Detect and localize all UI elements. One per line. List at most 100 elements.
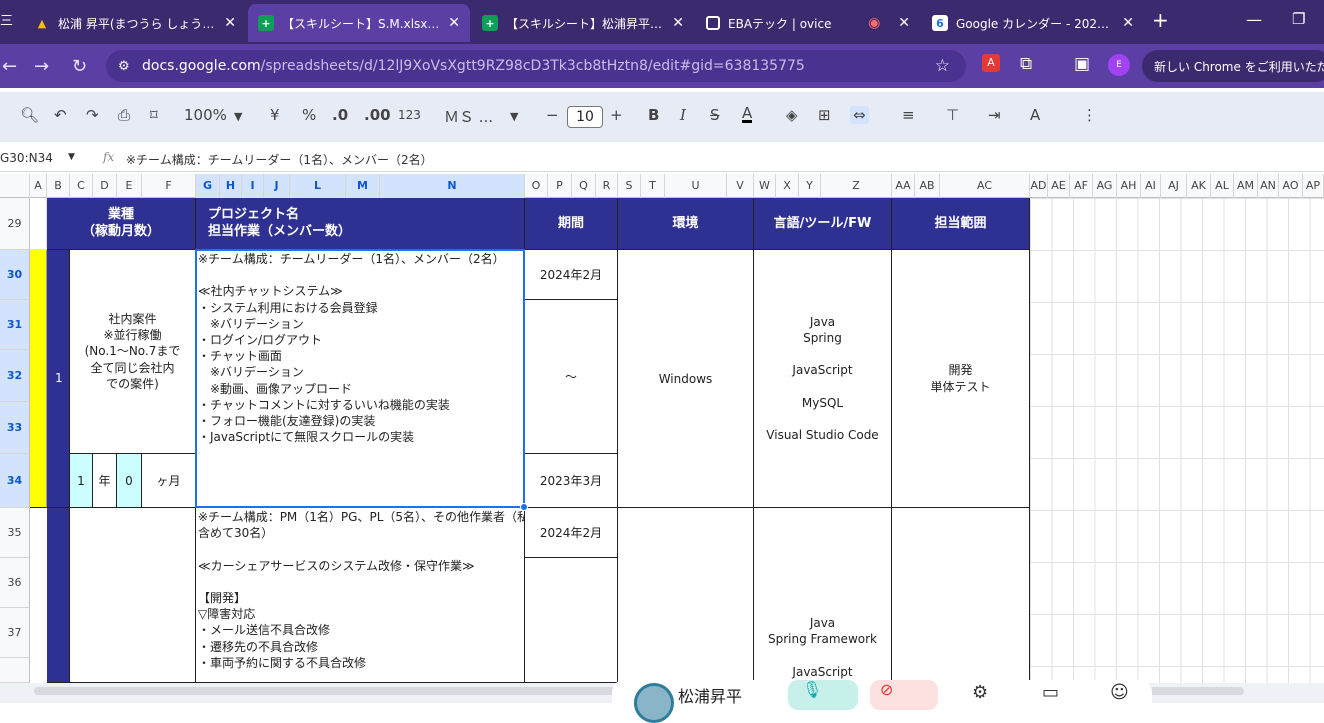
row-header-31[interactable]: 31 <box>0 300 30 350</box>
header-env[interactable]: 環境 <box>618 198 754 250</box>
col-header-AI[interactable]: AI <box>1141 174 1161 198</box>
currency-button[interactable]: ¥ <box>270 106 280 124</box>
row-header-38[interactable] <box>0 658 30 683</box>
merge-cells-icon[interactable]: ⇔ <box>850 106 869 124</box>
project-number-cell[interactable]: 1 <box>47 250 70 508</box>
row-header-37[interactable]: 37 <box>0 608 30 658</box>
col-header-AF[interactable]: AF <box>1070 174 1093 198</box>
col-header-J[interactable]: J <box>264 174 290 198</box>
yellow-marker[interactable] <box>30 250 47 508</box>
col-header-AJ[interactable]: AJ <box>1161 174 1187 198</box>
col-header-R[interactable]: R <box>596 174 618 198</box>
forward-icon[interactable]: → <box>34 56 49 77</box>
empty-grid-area[interactable] <box>1030 198 1324 683</box>
row-header-32[interactable]: 32 <box>0 350 30 402</box>
project-detail-cell[interactable]: ※チーム構成：チームリーダー（1名）、メンバー（2名） ≪社内チャットシステム≫… <box>196 250 525 508</box>
tab-drive[interactable]: ▲ 松浦 昇平(まつうら しょうへい) - ✕ <box>24 4 246 42</box>
text-rotate-icon[interactable]: A <box>1030 106 1040 124</box>
col-header-H[interactable]: H <box>220 174 242 198</box>
col-header-AD[interactable]: AD <box>1030 174 1048 198</box>
project2-industry-cell[interactable] <box>70 508 196 683</box>
col-header-P[interactable]: P <box>548 174 572 198</box>
col-header-W[interactable]: W <box>754 174 776 198</box>
font-size-increase[interactable]: + <box>610 106 623 124</box>
vertical-align-icon[interactable]: ⊤ <box>946 106 959 124</box>
col-header-C[interactable]: C <box>70 174 93 198</box>
close-icon[interactable]: ✕ <box>224 15 236 31</box>
font-size-input[interactable]: 10 <box>567 106 603 128</box>
side-panel-icon[interactable]: ▣ <box>1074 54 1090 74</box>
camera-off-icon[interactable]: ⊘ <box>870 680 938 710</box>
col-header-A[interactable]: A <box>30 174 47 198</box>
url-field[interactable]: ⚙ docs.google.com/spreadsheets/d/12lJ9Xo… <box>106 50 966 82</box>
tab-sheet-sm[interactable]: + 【スキルシート】S.M.xlsx - Googl ✕ <box>248 4 470 42</box>
more-options-icon[interactable]: ⋮ <box>1082 106 1097 124</box>
header-industry[interactable]: 業種 （稼動月数） <box>47 198 196 250</box>
site-info-icon[interactable]: ⚙ <box>118 59 130 74</box>
microphone-icon[interactable]: 🎙︎ <box>788 680 858 710</box>
col-header-AE[interactable]: AE <box>1048 174 1070 198</box>
col-header-O[interactable]: O <box>525 174 548 198</box>
row-header-33[interactable]: 33 <box>0 402 30 454</box>
chrome-update-button[interactable]: 新しい Chrome をご利用いただけます <box>1142 50 1324 82</box>
text-color-button[interactable]: A <box>742 106 753 123</box>
font-select[interactable]: ＭＳ ... <box>444 106 493 127</box>
close-icon[interactable]: ✕ <box>1122 15 1134 31</box>
row-header-36[interactable]: 36 <box>0 558 30 608</box>
header-project[interactable]: プロジェクト名 担当作業（メンバー数） <box>196 198 525 250</box>
project2-detail-cell[interactable]: ※チーム構成：PM（1名）PG、PL（5名）、その他作業者（私 含めて30名） … <box>196 508 525 683</box>
borders-icon[interactable]: ⊞ <box>818 106 831 124</box>
col-header-N[interactable]: N <box>380 174 525 198</box>
project2-period-separator[interactable] <box>525 558 618 683</box>
col-header-I[interactable]: I <box>242 174 264 198</box>
project2-environment-cell[interactable] <box>618 508 754 683</box>
col-header-Z[interactable]: Z <box>821 174 892 198</box>
header-scope[interactable]: 担当範囲 <box>892 198 1030 250</box>
maximize-icon[interactable]: ❐ <box>1292 10 1305 28</box>
zoom-select[interactable]: 100% <box>184 106 227 124</box>
font-size-decrease[interactable]: − <box>546 106 559 124</box>
new-tab-button[interactable]: + <box>1152 8 1169 32</box>
paint-format-icon[interactable]: ⌑ <box>150 106 158 124</box>
col-header-AO[interactable]: AO <box>1279 174 1303 198</box>
print-icon[interactable]: ⎙ <box>118 106 130 124</box>
profile-avatar[interactable]: E <box>1108 54 1130 76</box>
header-lang[interactable]: 言語/ツール/FW <box>754 198 892 250</box>
bold-button[interactable]: B <box>648 106 659 124</box>
close-icon[interactable]: ✕ <box>898 15 910 31</box>
col-header-AB[interactable]: AB <box>915 174 940 198</box>
col-header-F[interactable]: F <box>142 174 196 198</box>
col-header-AH[interactable]: AH <box>1117 174 1141 198</box>
project2-period-start[interactable]: 2024年2月 <box>525 508 618 558</box>
col-header-AA[interactable]: AA <box>892 174 915 198</box>
project2-scope-cell[interactable] <box>892 508 1030 683</box>
col-header-L[interactable]: L <box>290 174 346 198</box>
chat-icon[interactable]: ▭ <box>1042 682 1059 703</box>
months-value[interactable]: 0 <box>117 454 142 508</box>
col-header-D[interactable]: D <box>93 174 117 198</box>
decrease-decimal-button[interactable]: .0 <box>332 106 348 124</box>
bookmark-star-icon[interactable]: ☆ <box>935 56 950 76</box>
increase-decimal-button[interactable]: .00 <box>364 106 391 124</box>
percent-button[interactable]: % <box>302 106 316 124</box>
close-icon[interactable]: ✕ <box>448 15 460 31</box>
reaction-icon[interactable]: ☺ <box>1110 682 1129 703</box>
industry-cell[interactable]: 社内案件 ※並行稼働 (No.1～No.7まで 全て同じ会社内 での案件) <box>70 250 196 454</box>
chevron-down-icon[interactable]: ▼ <box>510 110 518 123</box>
col-header-S[interactable]: S <box>618 174 641 198</box>
selection-fill-handle[interactable] <box>520 503 528 511</box>
period-start[interactable]: 2024年2月 <box>525 250 618 300</box>
italic-button[interactable]: I <box>680 106 686 124</box>
col-header-AP[interactable]: AP <box>1303 174 1324 198</box>
months-unit[interactable]: ヶ月 <box>142 454 196 508</box>
months-years-value[interactable]: 1 <box>70 454 93 508</box>
tab-ovice[interactable]: EBAテック | ovice ◉ ✕ <box>696 4 920 42</box>
years-unit[interactable]: 年 <box>93 454 117 508</box>
redo-icon[interactable]: ↷ <box>86 106 99 124</box>
row-header-29[interactable]: 29 <box>0 198 30 250</box>
col-header-AC[interactable]: AC <box>940 174 1030 198</box>
fill-color-icon[interactable]: ◈ <box>786 106 798 124</box>
extensions-icon[interactable]: ⧉ <box>1020 54 1032 74</box>
settings-icon[interactable]: ⚙ <box>972 682 988 703</box>
text-wrap-icon[interactable]: ⇥ <box>988 106 1001 124</box>
